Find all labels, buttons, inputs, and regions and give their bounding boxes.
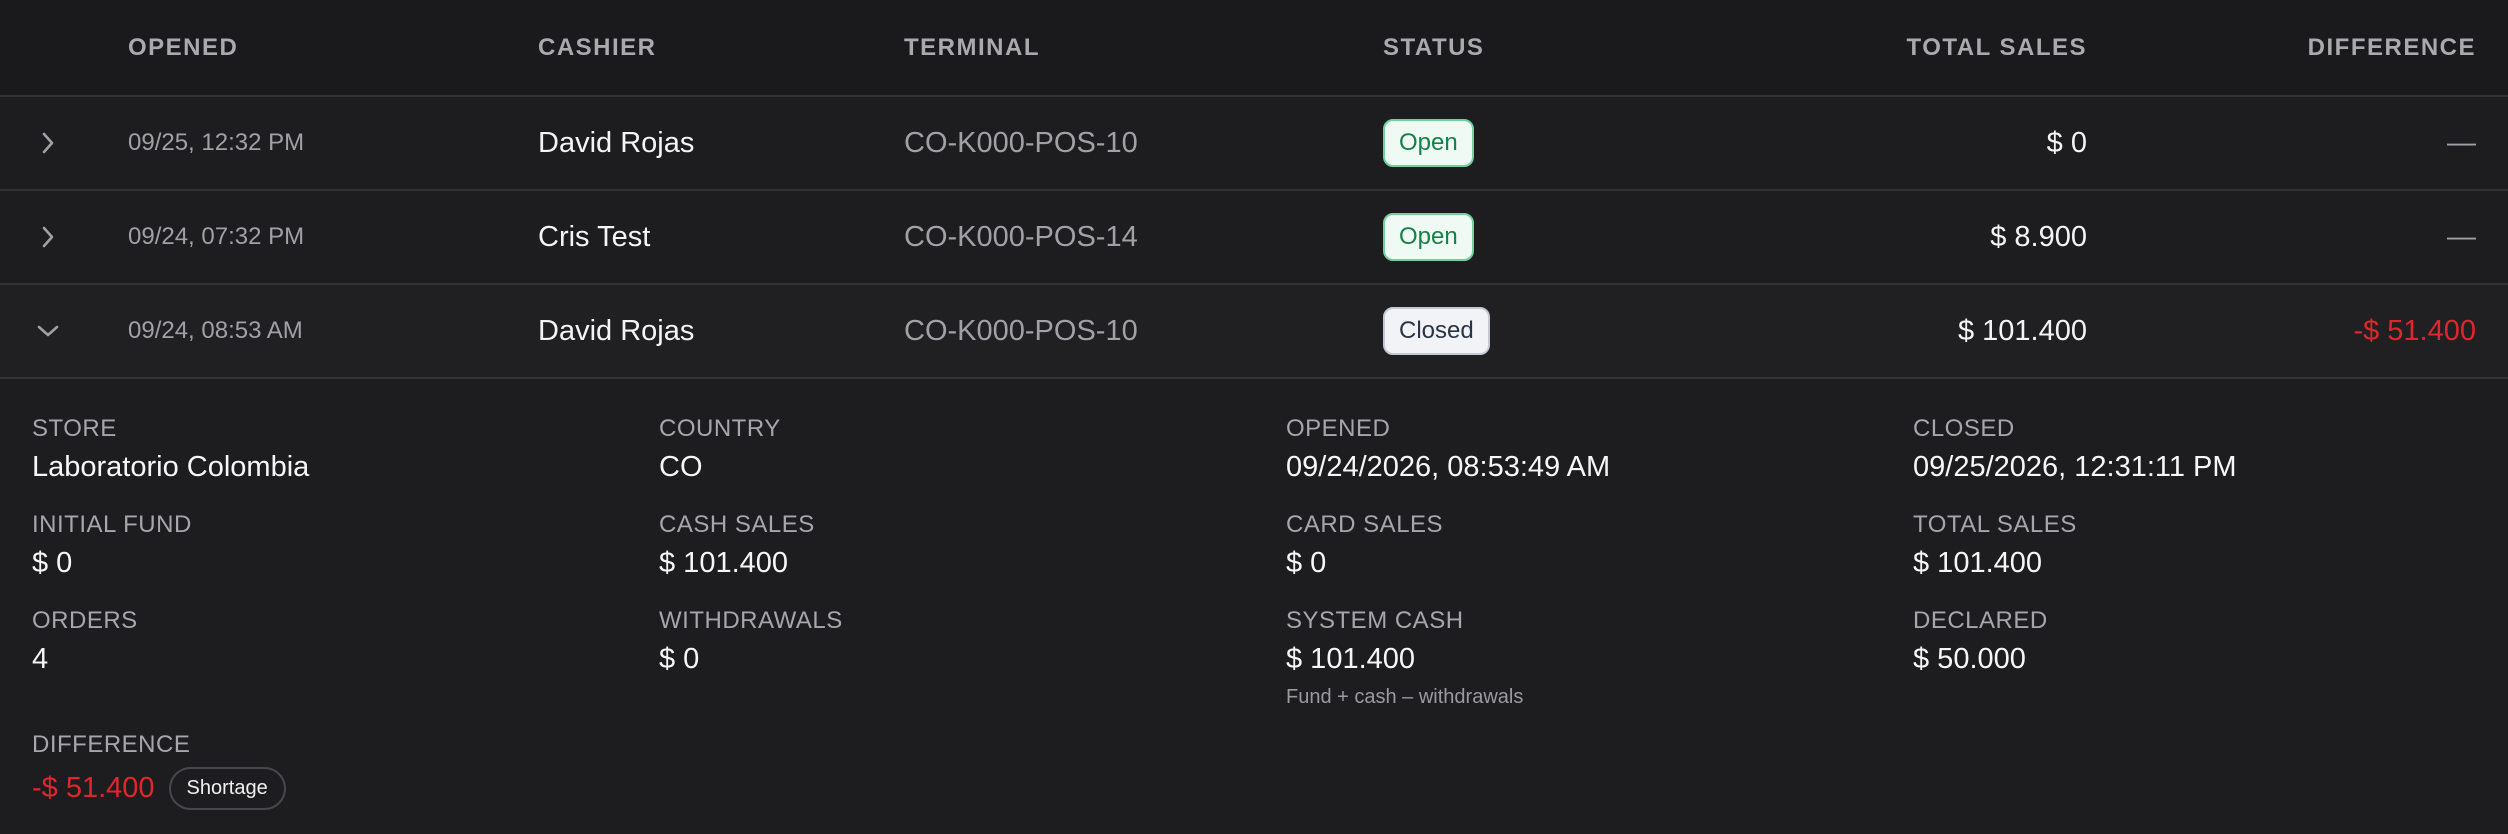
- detail-card-sales: CARD SALES $ 0: [1286, 511, 1443, 580]
- row-difference: —: [2447, 220, 2476, 253]
- detail-label: INITIAL FUND: [32, 511, 192, 538]
- row-cashier: Cris Test: [538, 220, 651, 253]
- detail-initial-fund: INITIAL FUND $ 0: [32, 511, 192, 580]
- detail-label: STORE: [32, 415, 117, 442]
- detail-store: STORE Laboratorio Colombia: [32, 415, 309, 484]
- detail-orders: ORDERS 4: [32, 607, 138, 676]
- row-total-sales: $ 101.400: [1957, 314, 2087, 347]
- status-badge: Closed: [1383, 307, 1490, 355]
- chevron-right-icon[interactable]: [28, 191, 68, 283]
- detail-value: $ 50.000: [1913, 643, 2026, 675]
- detail-value: $ 0: [659, 643, 700, 675]
- table-row[interactable]: 09/25, 12:32 PM David Rojas CO-K000-POS-…: [0, 97, 2508, 191]
- detail-label: CLOSED: [1913, 415, 2015, 442]
- detail-value: 09/25/2026, 12:31:11 PM: [1913, 451, 2237, 483]
- column-header-terminal[interactable]: TERMINAL: [904, 0, 1040, 95]
- detail-label: CASH SALES: [659, 511, 815, 538]
- row-opened: 09/25, 12:32 PM: [128, 129, 305, 156]
- system-cash-formula-note: Fund + cash – withdrawals: [1286, 686, 1524, 708]
- detail-label: DECLARED: [1913, 607, 2048, 634]
- row-difference: -$ 51.400: [2353, 314, 2476, 347]
- row-status: Open: [1383, 97, 1474, 189]
- row-terminal: CO-K000-POS-14: [904, 220, 1138, 253]
- row-difference: —: [2447, 126, 2476, 159]
- detail-value: $ 101.400: [1913, 547, 2043, 579]
- detail-value: Laboratorio Colombia: [32, 451, 310, 483]
- detail-declared: DECLARED $ 50.000: [1913, 607, 2048, 676]
- shortage-badge: Shortage: [168, 767, 286, 810]
- table-row[interactable]: 09/24, 07:32 PM Cris Test CO-K000-POS-14…: [0, 191, 2508, 285]
- detail-difference: DIFFERENCE -$ 51.400 Shortage: [32, 731, 286, 810]
- detail-label: COUNTRY: [659, 415, 781, 442]
- detail-value: $ 101.400: [659, 547, 789, 579]
- detail-closed: CLOSED 09/25/2026, 12:31:11 PM: [1913, 415, 2237, 484]
- detail-value: $ 0: [32, 547, 73, 579]
- detail-label: TOTAL SALES: [1913, 511, 2077, 538]
- session-details-panel: STORE Laboratorio Colombia INITIAL FUND …: [0, 379, 2508, 829]
- detail-opened: OPENED 09/24/2026, 08:53:49 AM: [1286, 415, 1610, 484]
- detail-value: $ 101.400: [1286, 643, 1416, 675]
- row-opened: 09/24, 08:53 AM: [128, 317, 303, 344]
- table-header: OPENED CASHIER TERMINAL STATUS TOTAL SAL…: [0, 0, 2508, 97]
- row-status: Open: [1383, 191, 1474, 283]
- row-total-sales: $ 0: [2046, 126, 2087, 159]
- detail-country: COUNTRY CO: [659, 415, 781, 484]
- detail-value: 4: [32, 643, 49, 675]
- row-terminal: CO-K000-POS-10: [904, 126, 1138, 159]
- status-badge: Open: [1383, 213, 1474, 261]
- row-total-sales: $ 8.900: [1990, 220, 2087, 253]
- detail-label: DIFFERENCE: [32, 731, 191, 758]
- detail-value: $ 0: [1286, 547, 1327, 579]
- status-badge: Open: [1383, 119, 1474, 167]
- row-cashier: David Rojas: [538, 314, 695, 347]
- detail-label: CARD SALES: [1286, 511, 1444, 538]
- row-terminal: CO-K000-POS-10: [904, 314, 1138, 347]
- chevron-right-icon[interactable]: [28, 97, 68, 189]
- detail-value: CO: [659, 451, 703, 483]
- row-opened: 09/24, 07:32 PM: [128, 223, 305, 250]
- detail-label: SYSTEM CASH: [1286, 607, 1464, 634]
- detail-total-sales: TOTAL SALES $ 101.400: [1913, 511, 2077, 580]
- column-header-status[interactable]: STATUS: [1383, 0, 1484, 95]
- detail-system-cash: SYSTEM CASH $ 101.400 Fund + cash – with…: [1286, 607, 1523, 709]
- table-row-expanded[interactable]: 09/24, 08:53 AM David Rojas CO-K000-POS-…: [0, 285, 2508, 379]
- detail-label: WITHDRAWALS: [659, 607, 843, 634]
- detail-withdrawals: WITHDRAWALS $ 0: [659, 607, 843, 676]
- cash-sessions-table: OPENED CASHIER TERMINAL STATUS TOTAL SAL…: [0, 0, 2508, 829]
- column-header-total-sales[interactable]: TOTAL SALES: [1906, 0, 2087, 95]
- detail-value: 09/24/2026, 08:53:49 AM: [1286, 451, 1611, 483]
- column-header-difference[interactable]: DIFFERENCE: [2308, 0, 2476, 95]
- chevron-down-icon[interactable]: [28, 285, 68, 377]
- detail-cash-sales: CASH SALES $ 101.400: [659, 511, 815, 580]
- row-cashier: David Rojas: [538, 126, 695, 159]
- difference-line: -$ 51.400 Shortage: [32, 767, 286, 810]
- difference-value: -$ 51.400: [32, 772, 155, 804]
- detail-label: OPENED: [1286, 415, 1391, 442]
- row-status: Closed: [1383, 285, 1490, 377]
- detail-label: ORDERS: [32, 607, 138, 634]
- column-header-opened[interactable]: OPENED: [128, 0, 238, 95]
- column-header-cashier[interactable]: CASHIER: [538, 0, 657, 95]
